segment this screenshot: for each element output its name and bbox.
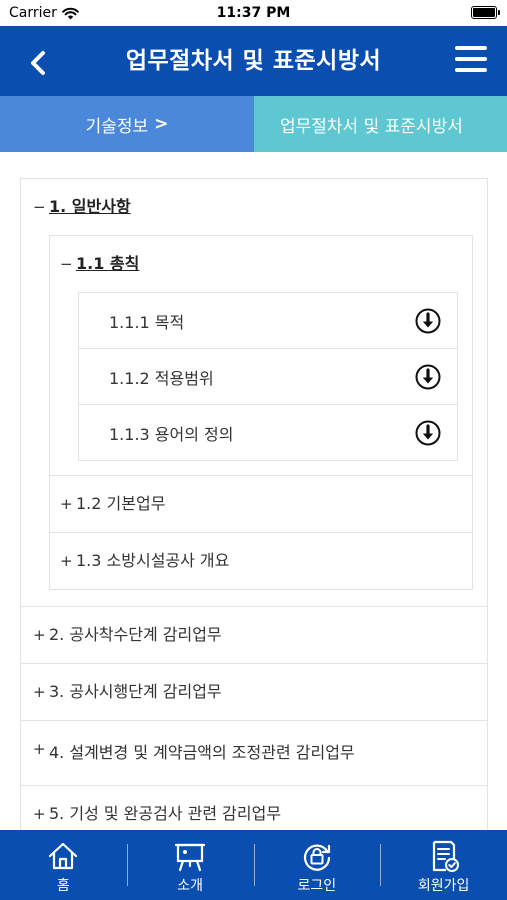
- tree-subsection-1-2: + 1.2 기본업무: [50, 476, 472, 533]
- tab-login-label: 로그인: [297, 878, 337, 894]
- tab-home[interactable]: 홈: [0, 830, 127, 900]
- tree-subsection-1-3: + 1.3 소방시설공사 개요: [50, 533, 472, 590]
- download-icon[interactable]: [415, 420, 441, 446]
- section-4-header[interactable]: + 4. 설계변경 및 계약금액의 조정관련 감리업무: [21, 721, 487, 785]
- collapse-toggle: −: [33, 198, 46, 216]
- subsection-1-3-label: 1.3 소방시설공사 개요: [76, 551, 230, 570]
- content-area[interactable]: − 1. 일반사항 − 1.1 총칙 1.1.1 목적 1.1.2 적용범위 1…: [0, 152, 507, 830]
- battery-icon: [471, 6, 500, 19]
- section-2-label: 2. 공사착수단계 감리업무: [49, 625, 222, 644]
- expand-toggle: +: [33, 805, 46, 823]
- expand-toggle: +: [33, 626, 46, 644]
- breadcrumb-current-label: 업무절차서 및 표준시방서: [280, 116, 463, 137]
- tree-section-4: + 4. 설계변경 및 계약금액의 조정관련 감리업무: [21, 721, 487, 786]
- app-header: 업무절차서 및 표준시방서: [0, 26, 507, 96]
- download-icon[interactable]: [415, 308, 441, 334]
- section-1-header[interactable]: − 1. 일반사항: [21, 179, 487, 235]
- document-tree: − 1. 일반사항 − 1.1 총칙 1.1.1 목적 1.1.2 적용범위 1…: [20, 178, 488, 830]
- collapse-toggle: −: [60, 255, 73, 273]
- tab-intro-label: 소개: [177, 878, 203, 894]
- status-bar: Carrier 11:37 PM: [0, 0, 507, 26]
- section-3-label: 3. 공사시행단계 감리업무: [49, 682, 222, 701]
- bottom-tab-bar: 홈 소개 로그인 회원가입: [0, 830, 507, 900]
- section-5-label: 5. 기성 및 완공검사 관련 감리업무: [49, 804, 282, 823]
- subsection-1-3-header[interactable]: + 1.3 소방시설공사 개요: [50, 533, 472, 589]
- status-time: 11:37 PM: [216, 5, 291, 21]
- list-item[interactable]: 1.1.1 목적: [79, 293, 457, 349]
- breadcrumb-parent-label: 기술정보: [85, 116, 149, 137]
- tree-section-2: + 2. 공사착수단계 감리업무: [21, 607, 487, 664]
- subsection-1-1-items: 1.1.1 목적 1.1.2 적용범위 1.1.3 용어의 정의: [78, 292, 458, 461]
- tree-subsection-1-1: − 1.1 총칙 1.1.1 목적 1.1.2 적용범위 1.1.3 용어의 정…: [50, 236, 472, 476]
- breadcrumb-parent[interactable]: 기술정보 >: [0, 96, 254, 152]
- hamburger-icon-bar: [455, 57, 487, 61]
- breadcrumb-current: 업무절차서 및 표준시방서: [254, 96, 507, 152]
- download-icon[interactable]: [415, 364, 441, 390]
- list-item[interactable]: 1.1.3 용어의 정의: [79, 405, 457, 461]
- expand-toggle: +: [33, 683, 46, 701]
- list-item-label: 1.1.3 용어의 정의: [109, 424, 234, 444]
- home-icon: [49, 842, 78, 870]
- subsection-1-1-label: 1.1 총칙: [76, 254, 140, 273]
- hamburger-icon-bar: [455, 46, 487, 50]
- hamburger-icon-bar: [455, 68, 487, 72]
- list-item-label: 1.1.1 목적: [109, 312, 185, 332]
- breadcrumb: 기술정보 > 업무절차서 및 표준시방서: [0, 96, 507, 152]
- expand-toggle: +: [60, 495, 73, 513]
- subsection-1-1-header[interactable]: − 1.1 총칙: [50, 236, 472, 292]
- section-4-label: 4. 설계변경 및 계약금액의 조정관련 감리업무: [49, 743, 355, 762]
- tab-intro[interactable]: 소개: [126, 830, 254, 900]
- tab-signup-label: 회원가입: [417, 878, 470, 894]
- menu-button[interactable]: [455, 46, 487, 76]
- subsection-1-2-header[interactable]: + 1.2 기본업무: [50, 476, 472, 532]
- signup-form-icon: [432, 840, 459, 872]
- expand-toggle: +: [33, 740, 46, 758]
- tab-signup[interactable]: 회원가입: [380, 830, 507, 900]
- expand-toggle: +: [60, 552, 73, 570]
- section-5-header[interactable]: + 5. 기성 및 완공검사 관련 감리업무: [21, 786, 487, 830]
- tree-section-3: + 3. 공사시행단계 감리업무: [21, 664, 487, 721]
- section-1-label: 1. 일반사항: [49, 197, 131, 216]
- presentation-board-icon: [175, 843, 206, 872]
- section-1-children: − 1.1 총칙 1.1.1 목적 1.1.2 적용범위 1.1.3 용어의 정…: [49, 235, 473, 590]
- tab-login[interactable]: 로그인: [253, 830, 381, 900]
- tree-section-5: + 5. 기성 및 완공검사 관련 감리업무: [21, 786, 487, 830]
- login-lock-icon: [303, 844, 330, 871]
- chevron-left-icon: [31, 51, 45, 75]
- list-item[interactable]: 1.1.2 적용범위: [79, 349, 457, 405]
- list-item-label: 1.1.2 적용범위: [109, 368, 214, 388]
- tree-section-1: − 1. 일반사항 − 1.1 총칙 1.1.1 목적 1.1.2 적용범위 1…: [21, 179, 487, 607]
- page-title: 업무절차서 및 표준시방서: [125, 48, 382, 74]
- back-button[interactable]: [18, 43, 58, 83]
- subsection-1-2-label: 1.2 기본업무: [76, 494, 166, 513]
- tab-home-label: 홈: [56, 878, 70, 894]
- section-2-header[interactable]: + 2. 공사착수단계 감리업무: [21, 607, 487, 663]
- breadcrumb-chevron: >: [154, 114, 169, 134]
- section-3-header[interactable]: + 3. 공사시행단계 감리업무: [21, 664, 487, 720]
